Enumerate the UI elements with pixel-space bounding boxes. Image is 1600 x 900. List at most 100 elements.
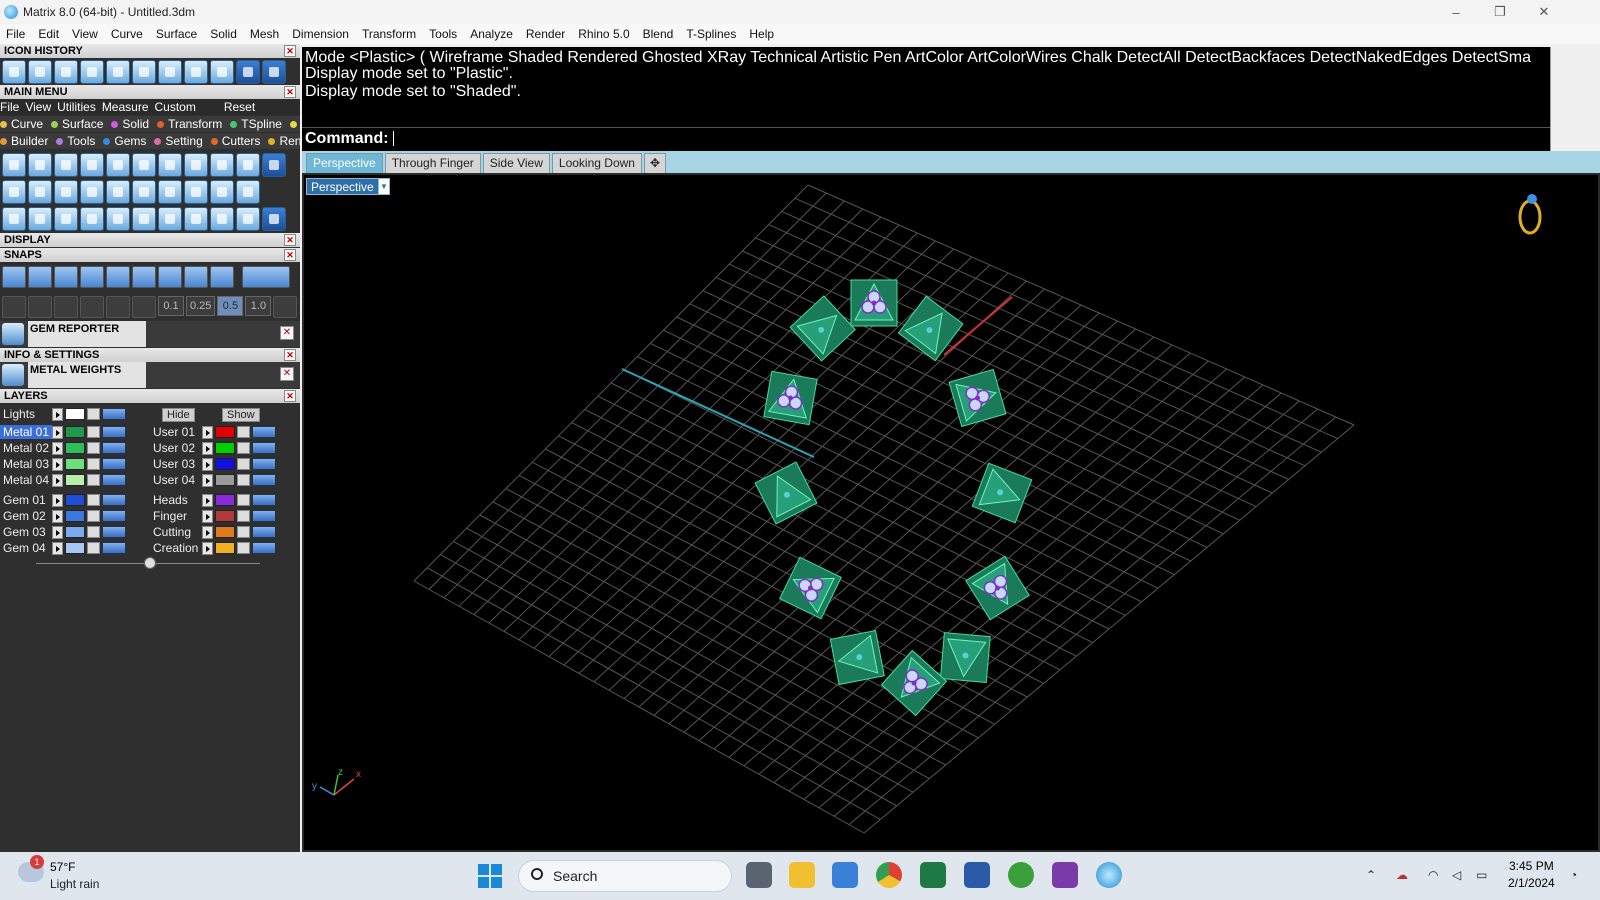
viewport-name-label[interactable]: Perspective <box>306 178 379 195</box>
lock-icon[interactable] <box>237 474 250 486</box>
gem-reporter-title[interactable]: GEM REPORTER <box>28 321 146 347</box>
mirror-tool-icon[interactable] <box>80 207 104 231</box>
app-icon[interactable] <box>1052 862 1078 888</box>
layer-color-swatch[interactable] <box>215 526 235 538</box>
menu-view[interactable]: View <box>66 27 105 41</box>
category-tspline[interactable]: TSpline <box>230 117 286 131</box>
layer-row[interactable]: Metal 03 <box>0 457 126 471</box>
arrow-right-icon[interactable] <box>262 60 286 84</box>
import-icon[interactable] <box>80 60 104 84</box>
volume-icon[interactable]: ◁ <box>1452 868 1461 882</box>
lock-icon[interactable] <box>87 494 100 506</box>
menu-rhino[interactable]: Rhino 5.0 <box>572 27 636 41</box>
close-icon[interactable]: ✕ <box>284 86 296 98</box>
lock-icon[interactable] <box>237 542 250 554</box>
edit-icon[interactable] <box>132 60 156 84</box>
layer-color-swatch[interactable] <box>65 426 85 438</box>
layer-name[interactable]: User 03 <box>150 457 202 471</box>
layer-name[interactable]: Cutting <box>150 525 202 539</box>
history-tool-icon[interactable] <box>2 60 26 84</box>
layer-row-lights[interactable]: Lights <box>0 407 126 421</box>
layer-color-swatch[interactable] <box>65 526 85 538</box>
layer-name[interactable]: Gem 04 <box>0 541 52 555</box>
grid-size-1-0[interactable]: 1.0 <box>245 296 272 316</box>
measure-tool-icon[interactable] <box>236 207 260 231</box>
layer-row[interactable]: Creation <box>150 541 276 555</box>
wifi-icon[interactable]: ◠ <box>1428 868 1438 882</box>
close-icon[interactable]: ✕ <box>284 349 296 361</box>
close-icon[interactable]: ✕ <box>280 326 294 340</box>
grid-dots-icon[interactable] <box>80 296 104 318</box>
menu-tsplines[interactable]: T-Splines <box>680 27 743 41</box>
close-icon[interactable]: ✕ <box>284 234 296 246</box>
menu-render[interactable]: Render <box>520 27 572 41</box>
notification-bell-icon[interactable]: ◔ <box>1570 868 1577 882</box>
category-tools[interactable]: Tools <box>56 134 99 148</box>
ring-preview-icon[interactable] <box>1518 194 1542 235</box>
category-gems[interactable]: Gems <box>103 134 150 148</box>
layer-row[interactable]: Finger <box>150 509 276 523</box>
layer-row[interactable]: User 04 <box>150 473 276 487</box>
save-icon[interactable] <box>106 60 130 84</box>
move-icon[interactable] <box>106 207 130 231</box>
menu-curve[interactable]: Curve <box>105 27 150 41</box>
ring-tool-icon[interactable] <box>54 153 78 177</box>
grid-size-0-1[interactable]: 0.1 <box>158 296 184 316</box>
visibility-icon[interactable] <box>252 510 276 522</box>
sphere-tool-icon[interactable] <box>158 153 182 177</box>
layer-name[interactable]: Finger <box>150 509 202 523</box>
layer-row[interactable]: Metal 04 <box>0 473 126 487</box>
expand-icon[interactable] <box>52 509 63 523</box>
menu-blend[interactable]: Blend <box>637 27 681 41</box>
submenu-custom[interactable]: Custom <box>155 100 196 114</box>
close-icon[interactable]: ✕ <box>280 367 294 381</box>
close-button[interactable]: ✕ <box>1522 0 1566 24</box>
layer-name[interactable]: Metal 04 <box>0 473 52 487</box>
file-explorer-icon[interactable] <box>789 862 815 888</box>
category-transform[interactable]: Transform <box>157 117 226 131</box>
grid-icon[interactable] <box>2 296 26 318</box>
icon-history-header[interactable]: ICON HISTORY ✕ <box>0 44 300 58</box>
display-header[interactable]: DISPLAY ✕ <box>0 233 300 247</box>
visibility-icon[interactable] <box>252 474 276 486</box>
wave-tool-icon[interactable] <box>158 180 182 204</box>
menu-analyze[interactable]: Analyze <box>464 27 520 41</box>
curve-tool-icon[interactable] <box>2 153 26 177</box>
layer-row[interactable]: Gem 03 <box>0 525 126 539</box>
snap-end-icon[interactable] <box>2 266 26 288</box>
snap-quad-icon[interactable] <box>210 266 234 288</box>
line-snap-icon[interactable] <box>54 296 78 318</box>
visibility-icon[interactable] <box>252 494 276 506</box>
snaps-header[interactable]: SNAPS ✕ <box>0 248 300 262</box>
add-tab-icon[interactable]: ✥ <box>643 153 666 173</box>
layer-color-swatch[interactable] <box>65 458 85 470</box>
layer-name[interactable]: Gem 01 <box>0 493 52 507</box>
command-input[interactable]: Command: <box>302 127 1550 149</box>
category-curve[interactable]: Curve <box>0 117 47 131</box>
battery-icon[interactable]: ▭ <box>1476 868 1487 882</box>
show-button[interactable]: Show <box>222 408 260 422</box>
lock-icon[interactable] <box>87 526 100 538</box>
snap-point-icon[interactable] <box>54 266 78 288</box>
matrix-taskbar-icon[interactable] <box>1096 862 1122 888</box>
tab-looking-down[interactable]: Looking Down <box>551 153 642 173</box>
expand-icon[interactable] <box>52 525 63 539</box>
visibility-icon[interactable] <box>252 458 276 470</box>
visibility-icon[interactable] <box>102 510 126 522</box>
visibility-icon[interactable] <box>102 526 126 538</box>
store-icon[interactable] <box>832 862 858 888</box>
layer-color-swatch[interactable] <box>215 542 235 554</box>
expand-icon[interactable] <box>202 425 213 439</box>
cylinder-icon[interactable] <box>184 60 208 84</box>
layer-name[interactable]: Creation <box>150 541 202 555</box>
brush-tool-icon[interactable] <box>132 180 156 204</box>
layer-color-swatch[interactable] <box>65 474 85 486</box>
category-surface[interactable]: Surface <box>51 117 107 131</box>
word-icon[interactable] <box>964 862 990 888</box>
snap-intersect-icon[interactable] <box>132 266 156 288</box>
bezel-tool-icon[interactable] <box>80 153 104 177</box>
visibility-icon[interactable] <box>102 494 126 506</box>
lock-icon[interactable] <box>237 526 250 538</box>
layer-name[interactable]: User 02 <box>150 441 202 455</box>
layer-name[interactable]: Gem 03 <box>0 525 52 539</box>
